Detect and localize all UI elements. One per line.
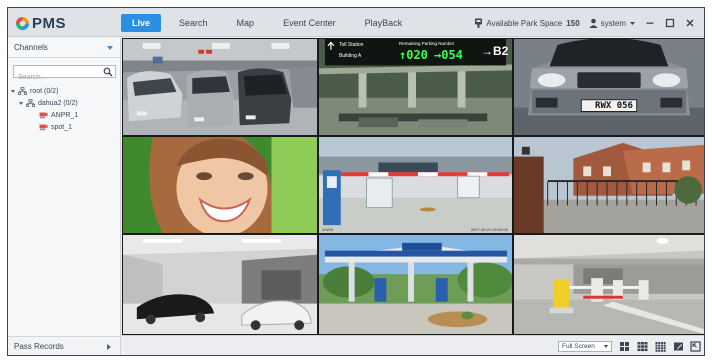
video-tile-gated-house[interactable] — [513, 136, 704, 234]
gas-station-scene — [319, 235, 512, 334]
channels-caret-icon[interactable] — [107, 46, 113, 50]
channel-search-input[interactable] — [14, 72, 100, 83]
gated-house-scene — [514, 137, 704, 233]
app-logo-text: PMS — [32, 14, 67, 32]
sign-text-top-left: Toll Station — [339, 42, 364, 48]
top-bar: PMS Live Search Map Event Center PlayBac… — [8, 8, 704, 37]
tree-node-root[interactable]: root (0/2) — [8, 85, 120, 97]
video-tile-toll-barrier[interactable]: 0/3/09 2017-09-21 00:00:00 — [318, 136, 513, 234]
channels-title: Channels — [14, 43, 48, 52]
camera-icon — [39, 112, 48, 119]
screen-mode-value: Full Screen — [562, 343, 595, 350]
minimize-icon[interactable] — [644, 17, 656, 29]
logo-mark-icon — [15, 16, 30, 30]
user-icon — [589, 18, 598, 28]
channel-tree: root (0/2) dahua2 (0/2) ANPR_1 spot_1 — [8, 85, 120, 133]
search-icon[interactable] — [103, 67, 113, 77]
tree-node-channel[interactable]: spot_1 — [8, 121, 120, 133]
video-tile-showroom[interactable] — [122, 234, 318, 335]
maximize-icon[interactable] — [664, 17, 676, 29]
sign-text-header: Remaining Parking Number — [399, 41, 455, 46]
pass-records-button[interactable]: Pass Records — [8, 336, 120, 355]
channel-sidebar: Channels root (0/2) — [8, 38, 121, 355]
video-tile-parking-sign[interactable]: Toll Station Building A Remaining Parkin… — [318, 38, 513, 136]
tree-node-label: ANPR_1 — [51, 111, 79, 119]
video-tile-license-plate[interactable]: RWX 056 — [513, 38, 704, 136]
tab-live[interactable]: Live — [121, 14, 162, 32]
parking-gate-scene — [514, 235, 704, 334]
channel-search — [13, 65, 116, 83]
expand-arrow-icon[interactable] — [11, 89, 15, 93]
chevron-down-icon[interactable] — [604, 345, 608, 348]
park-space-label: Available Park Space — [486, 18, 563, 28]
pencil-icon[interactable] — [673, 341, 684, 352]
video-tile-parking-gate[interactable] — [513, 234, 704, 335]
network-icon — [26, 99, 35, 107]
app-window: PMS Live Search Map Event Center PlayBac… — [7, 7, 705, 356]
tree-node-label: spot_1 — [51, 123, 73, 131]
sign-value-1: ↑020 — [399, 48, 428, 62]
video-tile-gas-station[interactable] — [318, 234, 513, 335]
sign-value-2: →054 — [434, 48, 463, 62]
app-logo: PMS — [15, 14, 66, 32]
portrait-scene — [123, 137, 317, 233]
grid-16-icon[interactable] — [655, 341, 666, 352]
expand-icon[interactable] — [690, 341, 701, 352]
status-area: Available Park Space 150 system — [474, 14, 696, 32]
tab-map[interactable]: Map — [226, 14, 266, 32]
grid-9-icon[interactable] — [637, 341, 648, 352]
showroom-scene — [123, 235, 317, 334]
pass-records-label: Pass Records — [14, 342, 64, 351]
sign-text-bottom-left: Building A — [339, 53, 362, 59]
sign-destination: →B2 — [481, 44, 509, 58]
main-nav: Live Search Map Event Center PlayBack — [121, 14, 420, 32]
tab-playback[interactable]: PlayBack — [354, 14, 414, 32]
user-name[interactable]: system — [601, 19, 626, 28]
screen-mode-select[interactable]: Full Screen — [558, 341, 612, 352]
parking-meter-icon — [475, 18, 483, 28]
camera-icon — [39, 124, 48, 131]
park-space-count: 150 — [566, 18, 580, 28]
car-front-scene — [514, 39, 704, 135]
tab-event-center[interactable]: Event Center — [272, 14, 347, 32]
video-stamp-left: 0/3/09 — [322, 227, 334, 232]
tab-search[interactable]: Search — [168, 14, 219, 32]
toll-barrier-scene — [319, 137, 512, 233]
grid-4-icon[interactable] — [619, 341, 630, 352]
grid-toolbar: Full Screen — [122, 335, 704, 355]
video-timestamp: 2017-09-21 00:00:00 — [470, 227, 508, 232]
video-tile-portrait[interactable] — [122, 136, 318, 234]
tree-node-device[interactable]: dahua2 (0/2) — [8, 97, 120, 109]
close-icon[interactable] — [684, 17, 696, 29]
license-plate-text: RWX 056 — [595, 101, 633, 111]
tree-node-channel[interactable]: ANPR_1 — [8, 109, 120, 121]
garage-scene — [123, 39, 317, 135]
expand-arrow-icon[interactable] — [19, 101, 23, 105]
video-tile-garage[interactable] — [122, 38, 318, 136]
network-icon — [18, 87, 27, 95]
user-menu-caret-icon[interactable] — [629, 21, 636, 26]
chevron-right-icon[interactable] — [107, 344, 111, 350]
video-grid: Toll Station Building A Remaining Parkin… — [122, 38, 704, 335]
channels-header[interactable]: Channels — [8, 38, 120, 58]
tree-node-label: root (0/2) — [30, 87, 59, 95]
tree-node-label: dahua2 (0/2) — [38, 99, 78, 107]
